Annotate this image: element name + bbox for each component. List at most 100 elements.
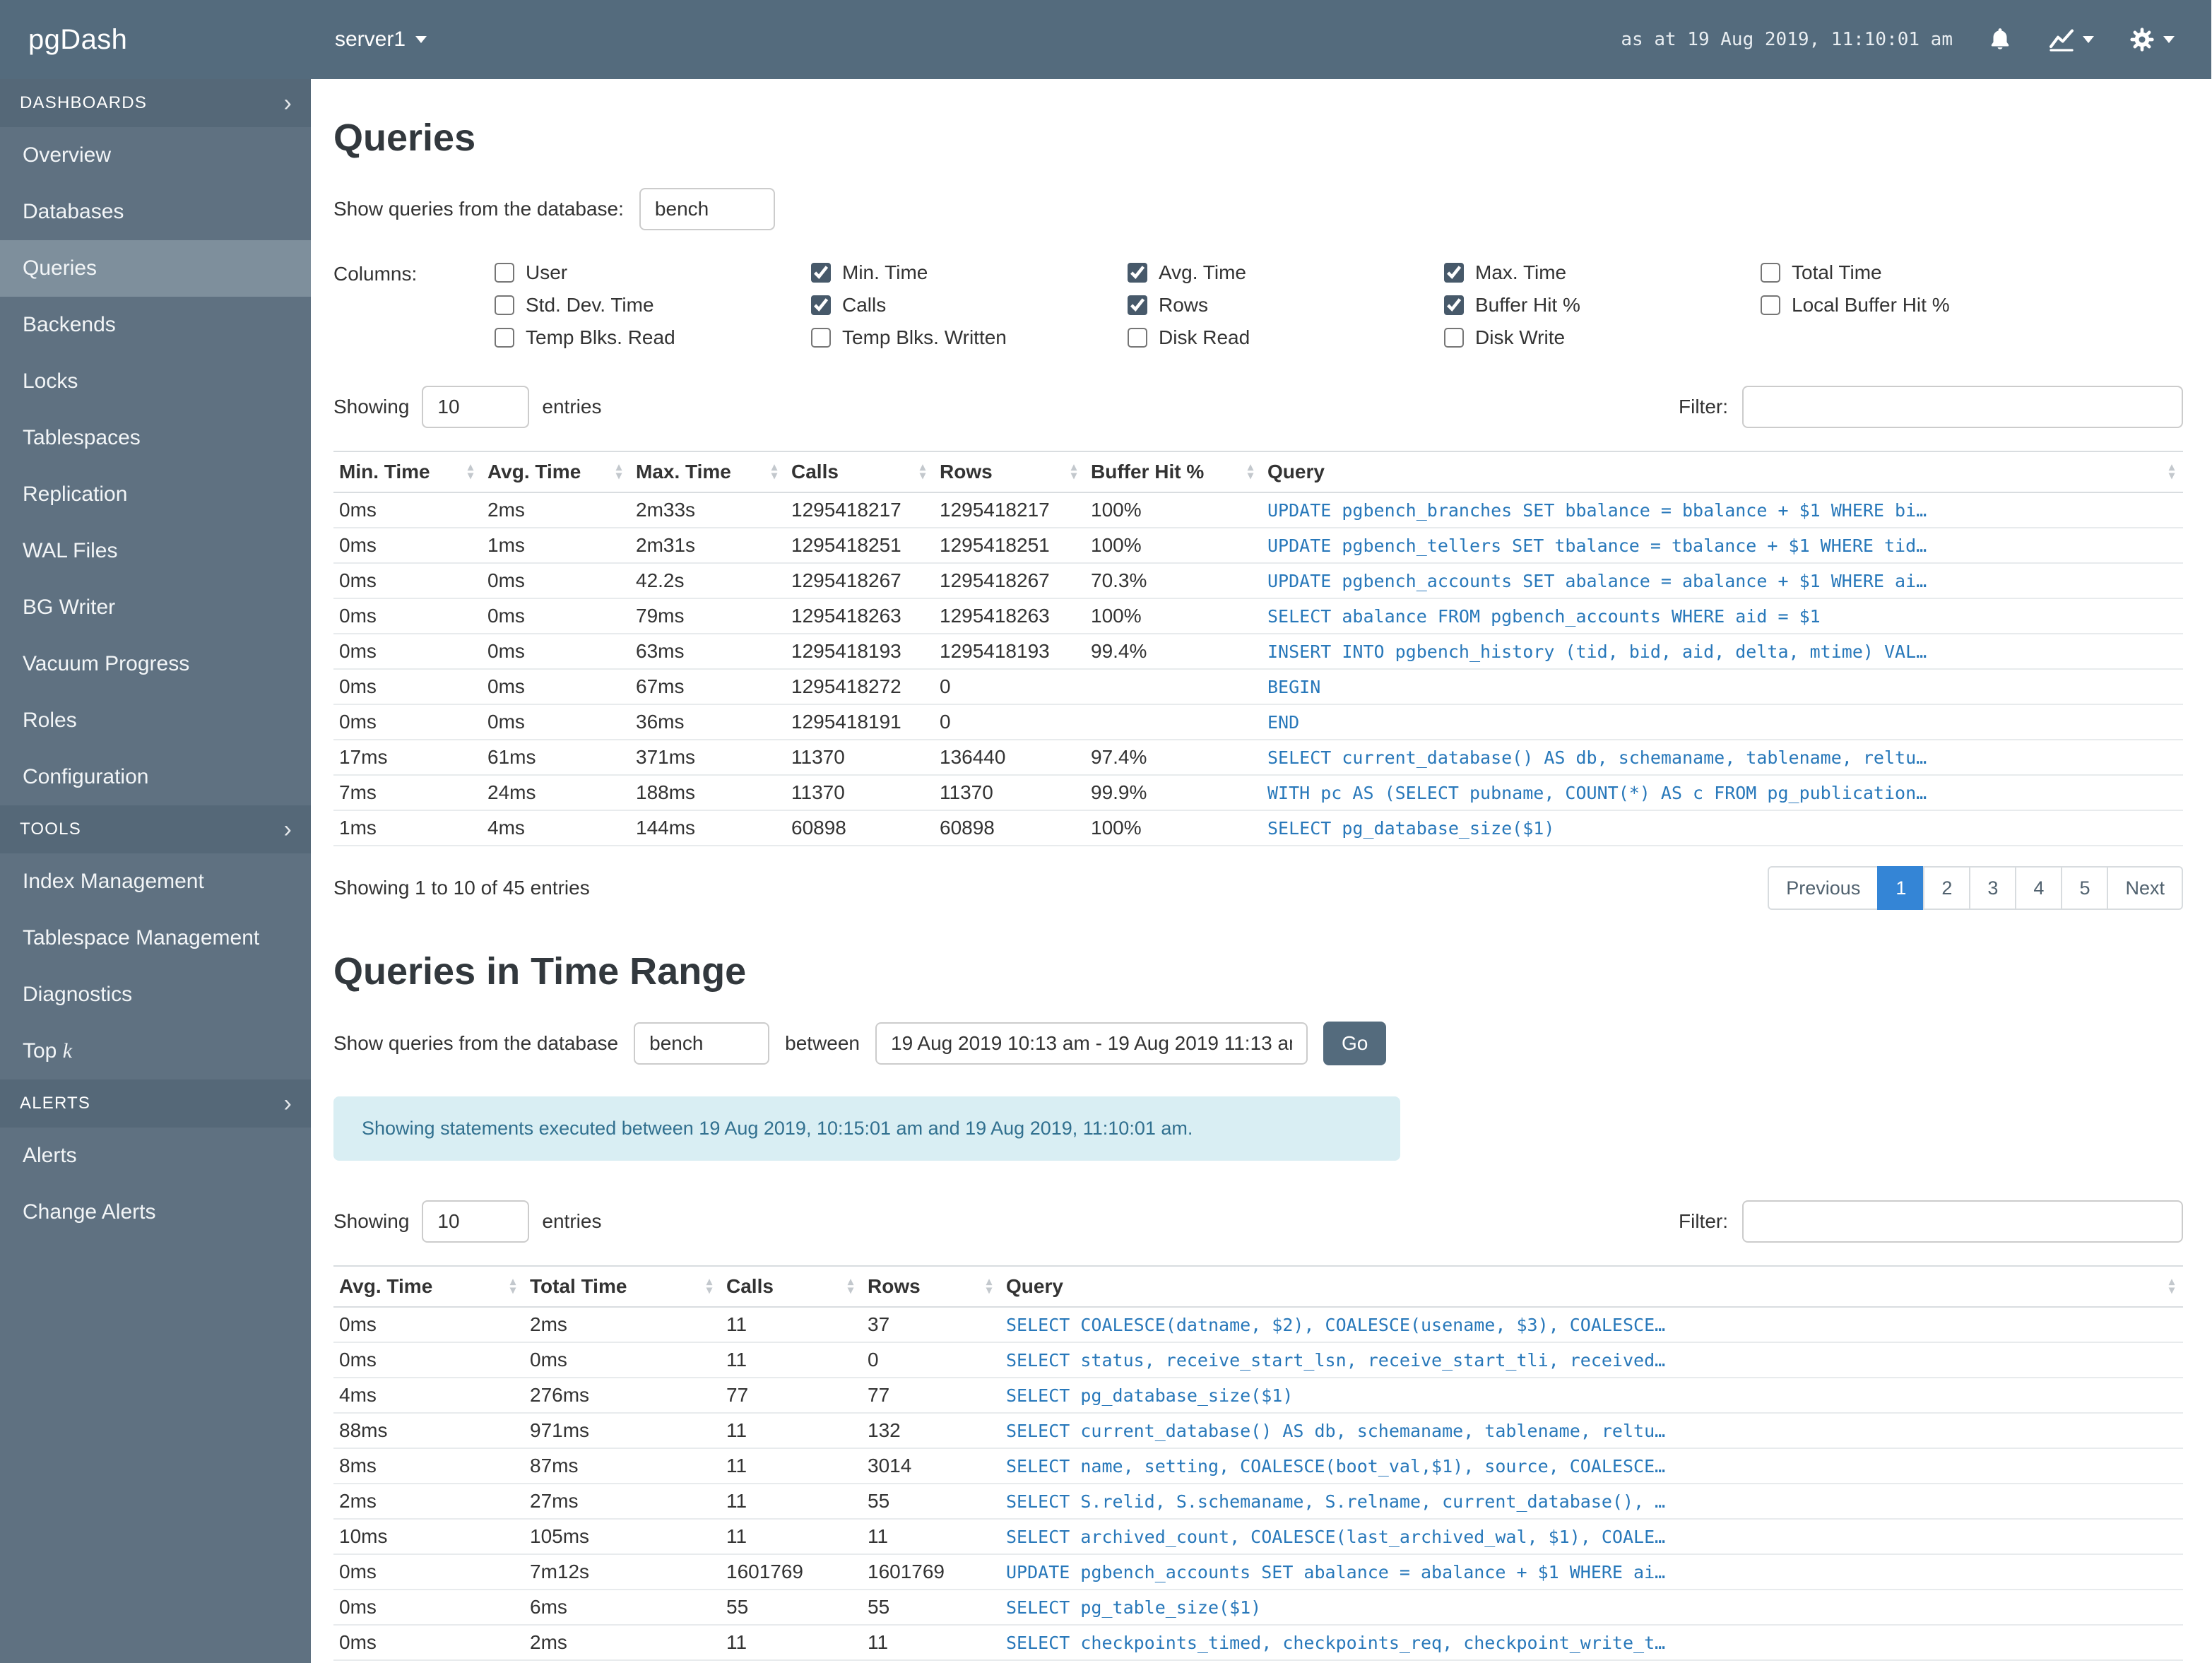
sidebar-item-diagnostics[interactable]: Diagnostics xyxy=(0,966,311,1023)
pagination-previous[interactable]: Previous xyxy=(1768,866,1879,910)
column-header-min-time[interactable]: Min. Time ▴ ▾ xyxy=(333,451,482,493)
sidebar-item-tablespace-management[interactable]: Tablespace Management xyxy=(0,910,311,966)
database-input[interactable] xyxy=(639,188,775,230)
checkbox-min-time[interactable] xyxy=(811,263,831,283)
column-header-query[interactable]: Query ▴ ▾ xyxy=(1262,451,2183,493)
query-cell[interactable]: INSERT INTO pgbench_history (tid, bid, a… xyxy=(1262,634,2183,670)
column-toggle-buffer-hit[interactable]: Buffer Hit % xyxy=(1444,294,1761,316)
sidebar-item-vacuum-progress[interactable]: Vacuum Progress xyxy=(0,636,311,692)
column-toggle-temp-blks-read[interactable]: Temp Blks. Read xyxy=(495,326,811,349)
sidebar-item-databases[interactable]: Databases xyxy=(0,184,311,240)
entries-count-input[interactable] xyxy=(422,386,530,428)
sidebar-section-tools[interactable]: TOOLS › xyxy=(0,805,311,853)
query-cell[interactable]: END xyxy=(1262,704,2183,740)
pagination-page-5[interactable]: 5 xyxy=(2061,866,2109,910)
pagination-next[interactable]: Next xyxy=(2107,866,2183,910)
column-header-avg-time[interactable]: Avg. Time ▴ ▾ xyxy=(333,1265,524,1308)
checkbox-total-time[interactable] xyxy=(1761,263,1780,283)
column-toggle-disk-write[interactable]: Disk Write xyxy=(1444,326,1761,349)
query-cell[interactable]: SELECT name, setting, COALESCE(boot_val,… xyxy=(1000,1448,2183,1484)
pagination-page-1[interactable]: 1 xyxy=(1877,866,1925,910)
query-cell[interactable]: SELECT abalance FROM pgbench_accounts WH… xyxy=(1262,598,2183,634)
filter-input[interactable] xyxy=(1742,386,2183,428)
sidebar-item-queries[interactable]: Queries xyxy=(0,240,311,297)
column-header-calls[interactable]: Calls ▴ ▾ xyxy=(721,1265,862,1308)
checkbox-disk-read[interactable] xyxy=(1128,328,1147,348)
sidebar-item-locks[interactable]: Locks xyxy=(0,353,311,410)
column-toggle-rows[interactable]: Rows xyxy=(1128,294,1444,316)
sidebar-item-roles[interactable]: Roles xyxy=(0,692,311,749)
app-logo[interactable]: pgDash xyxy=(0,24,311,56)
column-header-buffer-hit[interactable]: Buffer Hit % ▴ ▾ xyxy=(1085,451,1262,493)
column-header-rows[interactable]: Rows ▴ ▾ xyxy=(862,1265,1000,1308)
column-toggle-disk-read[interactable]: Disk Read xyxy=(1128,326,1444,349)
pagination-page-4[interactable]: 4 xyxy=(2015,866,2063,910)
checkbox-temp-blks-written[interactable] xyxy=(811,328,831,348)
query-cell[interactable]: UPDATE pgbench_branches SET bbalance = b… xyxy=(1262,492,2183,528)
sidebar-item-index-management[interactable]: Index Management xyxy=(0,853,311,910)
column-toggle-total-time[interactable]: Total Time xyxy=(1761,261,2077,284)
column-header-total-time[interactable]: Total Time ▴ ▾ xyxy=(524,1265,721,1308)
sidebar-item-backends[interactable]: Backends xyxy=(0,297,311,353)
entries-count-input-time-range[interactable] xyxy=(422,1200,530,1243)
query-cell[interactable]: SELECT checkpoints_timed, checkpoints_re… xyxy=(1000,1625,2183,1661)
settings-menu-button[interactable] xyxy=(2128,25,2175,54)
checkbox-buffer-hit[interactable] xyxy=(1444,295,1464,315)
checkbox-std-dev-time[interactable] xyxy=(495,295,514,315)
query-cell[interactable]: SELECT S.relid, S.schemaname, S.relname,… xyxy=(1000,1484,2183,1520)
query-cell[interactable]: UPDATE pgbench_accounts SET abalance = a… xyxy=(1000,1554,2183,1590)
sidebar-item-alerts[interactable]: Alerts xyxy=(0,1128,311,1184)
column-header-query[interactable]: Query ▴ ▾ xyxy=(1000,1265,2183,1308)
sidebar-item-configuration[interactable]: Configuration xyxy=(0,749,311,805)
column-toggle-std-dev-time[interactable]: Std. Dev. Time xyxy=(495,294,811,316)
checkbox-local-buffer-hit[interactable] xyxy=(1761,295,1780,315)
sidebar-item-wal-files[interactable]: WAL Files xyxy=(0,523,311,579)
query-cell[interactable]: SELECT current_database() AS db, scheman… xyxy=(1262,740,2183,776)
query-cell[interactable]: SELECT archived_count, COALESCE(last_arc… xyxy=(1000,1519,2183,1555)
checkbox-user[interactable] xyxy=(495,263,514,283)
query-cell[interactable]: SELECT status, receive_start_lsn, receiv… xyxy=(1000,1342,2183,1378)
sidebar-item-bg-writer[interactable]: BG Writer xyxy=(0,579,311,636)
sidebar-item-replication[interactable]: Replication xyxy=(0,466,311,523)
column-header-rows[interactable]: Rows ▴ ▾ xyxy=(934,451,1085,493)
query-cell[interactable]: BEGIN xyxy=(1262,669,2183,705)
query-cell[interactable]: SELECT pg_database_size($1) xyxy=(1262,810,2183,846)
column-header-max-time[interactable]: Max. Time ▴ ▾ xyxy=(630,451,786,493)
date-range-input[interactable] xyxy=(875,1022,1308,1065)
query-cell[interactable]: SELECT pg_table_size($1) xyxy=(1000,1590,2183,1626)
notifications-button[interactable] xyxy=(1987,26,2013,53)
pagination-page-2[interactable]: 2 xyxy=(1923,866,1971,910)
charts-menu-button[interactable] xyxy=(2047,25,2094,54)
sidebar-item-overview[interactable]: Overview xyxy=(0,127,311,184)
sidebar-item-tablespaces[interactable]: Tablespaces xyxy=(0,410,311,466)
query-cell[interactable]: SELECT COALESCE(datname, $2), COALESCE(u… xyxy=(1000,1307,2183,1343)
query-cell[interactable]: WITH pc AS (SELECT pubname, COUNT(*) AS … xyxy=(1262,775,2183,811)
filter-input-time-range[interactable] xyxy=(1742,1200,2183,1243)
pagination-page-3[interactable]: 3 xyxy=(1969,866,2017,910)
column-toggle-user[interactable]: User xyxy=(495,261,811,284)
sidebar-item-change-alerts[interactable]: Change Alerts xyxy=(0,1184,311,1241)
query-cell[interactable]: SELECT pg_database_size($1) xyxy=(1000,1378,2183,1414)
column-toggle-min-time[interactable]: Min. Time xyxy=(811,261,1128,284)
query-cell[interactable]: UPDATE pgbench_accounts SET abalance = a… xyxy=(1262,563,2183,599)
column-toggle-temp-blks-written[interactable]: Temp Blks. Written xyxy=(811,326,1128,349)
column-toggle-avg-time[interactable]: Avg. Time xyxy=(1128,261,1444,284)
column-header-avg-time[interactable]: Avg. Time ▴ ▾ xyxy=(482,451,630,493)
checkbox-disk-write[interactable] xyxy=(1444,328,1464,348)
checkbox-calls[interactable] xyxy=(811,295,831,315)
checkbox-max-time[interactable] xyxy=(1444,263,1464,283)
query-cell[interactable]: UPDATE pgbench_tellers SET tbalance = tb… xyxy=(1262,528,2183,564)
column-header-calls[interactable]: Calls ▴ ▾ xyxy=(786,451,934,493)
query-cell[interactable]: SELECT current_database() AS db, scheman… xyxy=(1000,1413,2183,1449)
sidebar-section-dashboards[interactable]: DASHBOARDS › xyxy=(0,79,311,127)
column-toggle-local-buffer-hit[interactable]: Local Buffer Hit % xyxy=(1761,294,2077,316)
sidebar-section-alerts[interactable]: ALERTS › xyxy=(0,1079,311,1128)
sidebar-item-top[interactable]: Top k xyxy=(0,1023,311,1079)
go-button[interactable]: Go xyxy=(1323,1022,1387,1065)
column-toggle-max-time[interactable]: Max. Time xyxy=(1444,261,1761,284)
server-selector[interactable]: server1 xyxy=(335,28,427,52)
checkbox-temp-blks-read[interactable] xyxy=(495,328,514,348)
checkbox-rows[interactable] xyxy=(1128,295,1147,315)
database-input-time-range[interactable] xyxy=(634,1022,770,1065)
checkbox-avg-time[interactable] xyxy=(1128,263,1147,283)
